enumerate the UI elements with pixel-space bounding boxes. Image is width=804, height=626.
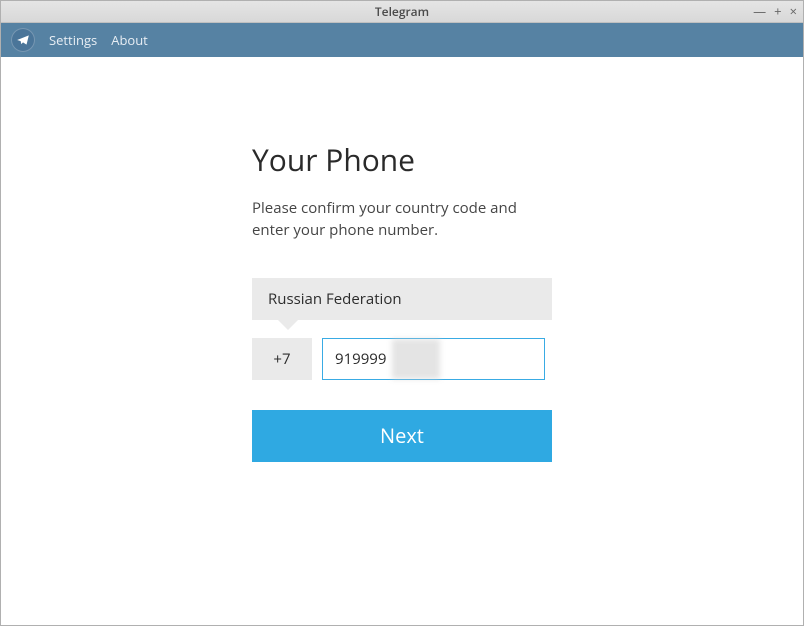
phone-input[interactable]	[322, 338, 545, 380]
dial-code-value: +7	[273, 349, 290, 369]
phone-input-wrap	[322, 338, 552, 380]
app-window: Telegram — + × Settings About Your Phone…	[0, 0, 804, 626]
telegram-icon	[11, 28, 35, 52]
next-button[interactable]: Next	[252, 410, 552, 462]
minimize-button[interactable]: —	[753, 5, 766, 18]
phone-row: +7	[252, 338, 552, 380]
menu-settings[interactable]: Settings	[49, 31, 97, 49]
window-controls: — + ×	[753, 5, 797, 18]
country-label: Russian Federation	[268, 289, 402, 309]
window-title: Telegram	[1, 3, 803, 20]
dial-code-field[interactable]: +7	[252, 338, 312, 380]
menubar: Settings About	[1, 23, 803, 57]
titlebar: Telegram — + ×	[1, 1, 803, 23]
close-button[interactable]: ×	[790, 5, 797, 18]
country-selector[interactable]: Russian Federation	[252, 278, 552, 320]
page-title: Your Phone	[252, 139, 552, 180]
page-subtext: Please confirm your country code and ent…	[252, 198, 552, 242]
menu-about[interactable]: About	[111, 31, 148, 49]
login-form: Your Phone Please confirm your country c…	[252, 139, 552, 625]
maximize-button[interactable]: +	[774, 5, 781, 18]
content-area: Your Phone Please confirm your country c…	[1, 57, 803, 625]
